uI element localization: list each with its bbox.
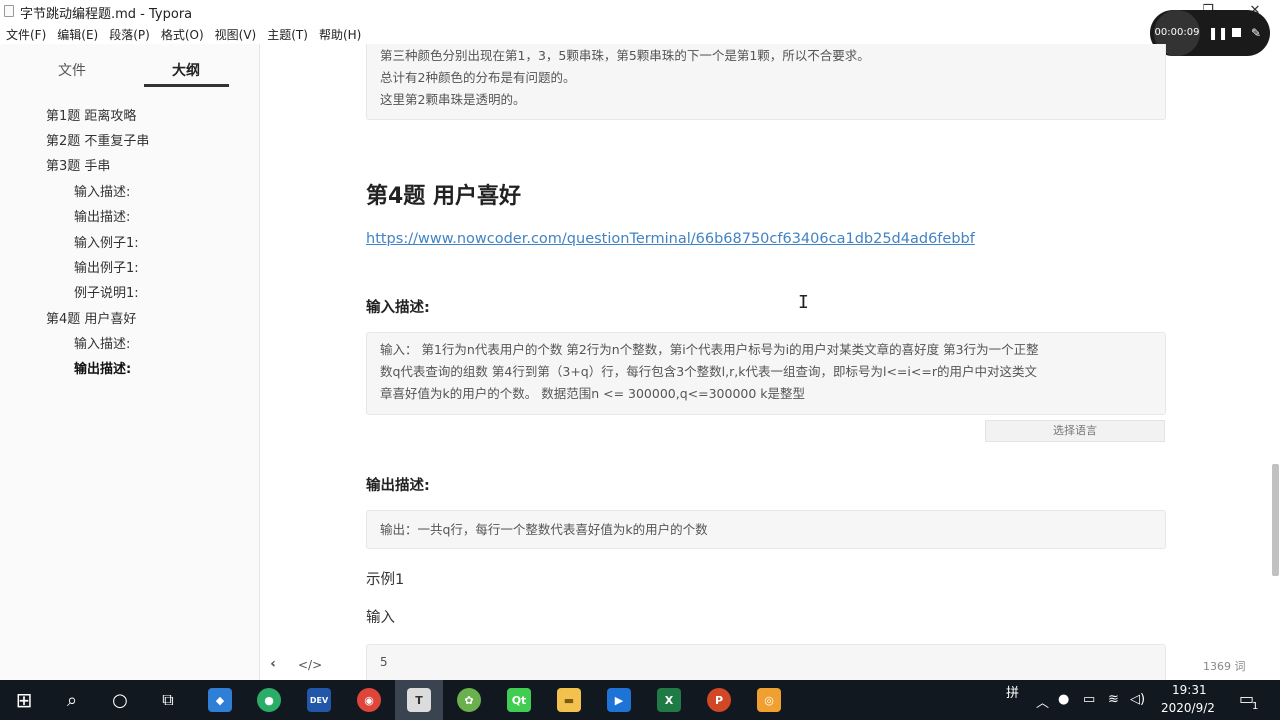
code-line: 第三种颜色分别出现在第1，3，5颗串珠，第5颗串珠的下一个是第1颗，所以不合要求…: [380, 48, 870, 63]
menu-view[interactable]: 视图(V): [209, 22, 262, 44]
outline-item[interactable]: 第1题 距离攻略: [46, 105, 136, 124]
menu-paragraph[interactable]: 段落(P): [103, 22, 155, 44]
windows-start-icon[interactable]: ⊞: [0, 680, 48, 720]
typora-taskbar-icon[interactable]: T: [395, 680, 443, 720]
outline-item[interactable]: 输出描述:: [74, 206, 130, 225]
excel-icon[interactable]: X: [645, 680, 693, 720]
code-line: 数q代表查询的组数 第4行到第（3+q）行，每行包含3个整数l,r,k代表一组查…: [380, 364, 1037, 379]
stop-icon[interactable]: [1228, 24, 1244, 42]
chrome-icon[interactable]: ◉: [345, 680, 393, 720]
vertical-scrollbar[interactable]: [1270, 44, 1280, 680]
menu-theme[interactable]: 主题(T): [261, 22, 313, 44]
menu-bar: 文件(F) 编辑(E) 段落(P) 格式(O) 视图(V) 主题(T) 帮助(H…: [0, 22, 1280, 44]
editor-area[interactable]: 第三种颜色分别出现在第1，3，5颗串珠，第5颗串珠的下一个是第1颗，所以不合要求…: [261, 44, 1270, 680]
sidebar: 文件 大纲 第1题 距离攻略 第2题 不重复子串 第3题 手串 输入描述: 输出…: [0, 44, 276, 680]
code-block-top[interactable]: 第三种颜色分别出现在第1，3，5颗串珠，第5颗串珠的下一个是第1颗，所以不合要求…: [366, 44, 1166, 120]
ime-indicator[interactable]: 拼: [1006, 682, 1019, 701]
heading-question-4: 第4题 用户喜好: [366, 184, 521, 209]
code-line: 5: [380, 654, 388, 669]
qt-creator-icon[interactable]: Qt: [495, 680, 543, 720]
dev-cpp-icon[interactable]: DEV: [295, 680, 343, 720]
menu-file[interactable]: 文件(F): [0, 22, 51, 44]
video-app-icon[interactable]: ▶: [595, 680, 643, 720]
file-explorer-icon[interactable]: ▬: [545, 680, 593, 720]
code-block-example[interactable]: 5: [366, 644, 1166, 680]
code-block-input[interactable]: 输入： 第1行为n代表用户的个数 第2行为n个整数，第i个代表用户标号为i的用户…: [366, 332, 1166, 415]
notification-count: 1: [1252, 701, 1259, 712]
powerpoint-icon[interactable]: P: [695, 680, 743, 720]
leaf-app-icon[interactable]: ✿: [445, 680, 493, 720]
clock-date[interactable]: 2020/9/2: [1161, 701, 1215, 715]
outline-item[interactable]: 输入描述:: [74, 181, 130, 200]
outline-item[interactable]: 输入例子1:: [74, 232, 139, 251]
output-description-heading: 输出描述:: [366, 478, 430, 494]
outline-item[interactable]: 例子说明1:: [74, 282, 139, 301]
code-line: 输入： 第1行为n代表用户的个数 第2行为n个整数，第i个代表用户标号为i的用户…: [380, 342, 1039, 357]
code-line: 总计有2种颜色的分布是有问题的。: [380, 70, 576, 85]
wifi-icon[interactable]: ≋: [1108, 692, 1119, 707]
outline-item[interactable]: 第2题 不重复子串: [46, 130, 149, 149]
example-label: 示例1: [366, 572, 405, 588]
outline-item[interactable]: 输出例子1:: [74, 257, 139, 276]
scrollbar-thumb[interactable]: [1272, 464, 1279, 576]
window-title: 字节跳动编程题.md - Typora: [20, 7, 193, 22]
task-view-icon[interactable]: ⧉: [144, 680, 192, 720]
clock-time[interactable]: 19:31: [1172, 683, 1207, 697]
chevron-up-icon[interactable]: ︿: [1036, 692, 1049, 711]
question-link[interactable]: https://www.nowcoder.com/questionTermina…: [366, 231, 975, 247]
taskbar: ⊞ ⌕ ○ ⧉ ◆ ● DEV ◉ T ✿ Qt ▬ ▶ X P ◎ 拼 ︿ ●…: [0, 680, 1280, 720]
word-count[interactable]: 1369 词: [1203, 658, 1246, 674]
search-icon[interactable]: ⌕: [48, 680, 96, 720]
outline-item[interactable]: 第3题 手串: [46, 155, 110, 174]
recorder-app-icon[interactable]: ◎: [745, 680, 793, 720]
wechat-icon[interactable]: ●: [245, 680, 293, 720]
volume-icon[interactable]: ◁): [1130, 692, 1145, 707]
input-description-heading: 输入描述:: [366, 300, 430, 316]
pen-icon[interactable]: ✎: [1248, 24, 1264, 42]
active-tab-indicator: [144, 84, 229, 87]
cortana-icon[interactable]: ○: [96, 680, 144, 720]
text-cursor-icon: I: [798, 292, 809, 313]
tab-files[interactable]: 文件: [58, 60, 86, 80]
typora-app-icon: [4, 5, 14, 17]
menu-help[interactable]: 帮助(H): [313, 22, 366, 44]
code-line: 这里第2颗串珠是透明的。: [380, 92, 526, 107]
menu-edit[interactable]: 编辑(E): [51, 22, 103, 44]
code-line: 章喜好值为k的用户的个数。 数据范围n <= 300000,q<=300000 …: [380, 386, 806, 401]
input-label: 输入: [366, 610, 395, 626]
blue-app-icon[interactable]: ◆: [196, 680, 244, 720]
outline-item[interactable]: 第4题 用户喜好: [46, 308, 136, 327]
outline-item-active[interactable]: 输出描述:: [74, 358, 131, 377]
code-block-output[interactable]: 输出：一共q行，每行一个整数代表喜好值为k的用户的个数: [366, 510, 1166, 549]
battery-icon[interactable]: ▭: [1083, 692, 1095, 707]
tray-app-icon[interactable]: ●: [1058, 692, 1069, 707]
title-bar: 字节跳动编程题.md - Typora ❐ ✕: [0, 0, 1280, 22]
pause-icon[interactable]: ❚❚: [1208, 24, 1228, 42]
menu-format[interactable]: 格式(O): [155, 22, 209, 44]
outline-item[interactable]: 输入描述:: [74, 333, 130, 352]
tab-outline[interactable]: 大纲: [172, 60, 200, 80]
code-line: 输出：一共q行，每行一个整数代表喜好值为k的用户的个数: [380, 522, 708, 537]
language-select[interactable]: 选择语言: [985, 420, 1165, 442]
